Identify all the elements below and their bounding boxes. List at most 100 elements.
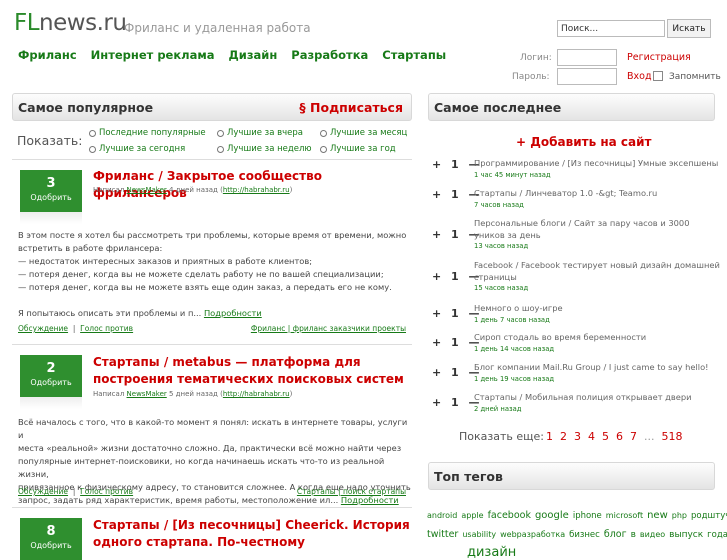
tag-link[interactable]: родштучки [691,511,727,521]
filter-label: Лучшие за месяц [330,128,408,138]
vote-controls[interactable]: + 1 — [432,270,480,283]
tag-link[interactable]: twitter [427,529,458,540]
vote-button[interactable]: 8 Одобрить [20,518,82,560]
nav-development[interactable]: Разработка [291,48,368,62]
vote-against-link[interactable]: Голос против [80,324,133,333]
tag-link[interactable]: php [672,511,687,520]
page-link[interactable]: 5 [602,430,609,443]
tag-link[interactable]: google [535,510,569,521]
filter-label: Лучшие за вчера [227,128,303,138]
body-text: запрос, задать ряд характеристик, время … [18,495,339,505]
tag-link[interactable]: microsoft [606,511,643,520]
item-title[interactable]: Персональные блоги / Сайт за пару часов … [474,218,689,240]
tag-link[interactable]: usability [462,530,496,539]
vote-label: Одобрить [30,378,72,387]
filter-label: Лучшие за неделю [227,144,312,154]
subscribe-link[interactable]: § Подписаться [299,100,403,115]
item-title[interactable]: Немного о шоу-игре [474,303,563,313]
filter-month[interactable]: Лучшие за месяц [320,128,407,138]
item-time: 2 дней назад [474,404,522,413]
body-line: — недостаток интересных заказов и приятн… [18,256,313,266]
login-link[interactable]: Вход [627,71,652,82]
vote-controls[interactable]: + 1 — [432,366,480,379]
vote-controls[interactable]: + 1 — [432,188,480,201]
item-title[interactable]: Стартапы / Мобильная полиция открывает д… [474,392,692,402]
divider [12,344,412,345]
tag-link[interactable]: бизнес [569,530,600,540]
password-field[interactable] [557,68,617,85]
tag-cloud: android apple facebook google iphone microsof… [427,505,727,560]
tag-link[interactable]: видео [640,530,665,539]
vote-button[interactable]: 2 Одобрить [20,355,82,397]
vote-button[interactable]: 3 Одобрить [20,170,82,212]
more-link[interactable]: Подробности [341,495,399,505]
tag-link[interactable]: apple [461,511,483,520]
item-title[interactable]: Программирование / [Из песочницы] Умные … [474,158,718,168]
tag-link[interactable]: выпуск [669,530,703,540]
vote-controls[interactable]: + 1 — [432,307,480,320]
tag-link[interactable]: android [427,511,457,520]
vote-count: 2 [46,361,56,376]
page-link[interactable]: 7 [630,430,637,443]
page-link[interactable]: 6 [616,430,623,443]
post-tags[interactable]: Фриланс | фриланс заказчики проекты [251,324,406,333]
divider [12,507,412,508]
tag-link[interactable]: facebook [488,510,531,521]
add-to-site-link[interactable]: + Добавить на сайт [516,135,652,149]
item-time: 7 часов назад [474,200,524,209]
filter-label: Последние популярные [99,128,206,138]
nav-freelance[interactable]: Фриланс [18,48,77,62]
post-time: 5 дней назад ( [169,390,223,398]
tag-link[interactable]: iphone [573,511,602,521]
post-title[interactable]: Фриланс / Закрытое сообщество фрилансеро… [93,168,413,202]
tag-link[interactable]: дизайн [467,545,516,560]
nav-internet-ads[interactable]: Интернет реклама [91,48,215,62]
more-link[interactable]: Подробности [204,308,262,318]
tag-link[interactable]: в [631,530,636,540]
vote-controls[interactable]: + 1 — [432,396,480,409]
source-link[interactable]: http://habrahabr.ru [223,186,290,194]
item-title[interactable]: Facebook / Facebook тестирует новый диза… [474,260,720,282]
discuss-link[interactable]: Обсуждение [18,324,68,333]
login-field[interactable] [557,49,617,66]
search-input[interactable] [557,20,665,37]
site-logo[interactable]: FLnews.ru [14,10,127,36]
author-link[interactable]: NewsMaker [127,186,167,194]
post-title[interactable]: Стартапы / metabus — платформа для постр… [93,354,413,388]
tag-link[interactable]: new [647,510,668,521]
search-button[interactable]: Искать [667,19,711,38]
filter-yesterday[interactable]: Лучшие за вчера [217,128,303,138]
discuss-link[interactable]: Обсуждение [18,487,68,496]
body-line: места «реальной» жизни достаточно сложно… [18,443,402,453]
tag-link[interactable]: года [707,530,727,540]
page-link[interactable]: 2 [560,430,567,443]
filter-latest-popular[interactable]: Последние популярные [89,128,206,138]
author-link[interactable]: NewsMaker [127,390,167,398]
page-link[interactable]: 4 [588,430,595,443]
vote-against-link[interactable]: Голос против [80,487,133,496]
remember-checkbox[interactable] [653,71,663,81]
item-title[interactable]: Блог компании Mail.Ru Group / I just cam… [474,362,709,372]
item-title[interactable]: Стартапы / Линчеватор 1.0 -&gt; Teamo.ru [474,188,657,198]
vote-controls[interactable]: + 1 — [432,336,480,349]
filter-week[interactable]: Лучшие за неделю [217,144,312,154]
page-link[interactable]: 518 [662,430,683,443]
nav-startups[interactable]: Стартапы [382,48,446,62]
page-link[interactable]: 3 [574,430,581,443]
filter-today[interactable]: Лучшие за сегодня [89,144,185,154]
filter-year[interactable]: Лучшие за год [320,144,396,154]
page-link[interactable]: 1 [546,430,553,443]
vote-controls[interactable]: + 1 — [432,228,480,241]
post-title[interactable]: Стартапы / [Из песочницы] Cheerick. Исто… [93,517,413,551]
show-label: Показать: [17,133,83,148]
register-link[interactable]: Регистрация [627,52,691,63]
filter-label: Лучшие за сегодня [99,144,186,154]
nav-design[interactable]: Дизайн [229,48,278,62]
vote-controls[interactable]: + 1 — [432,158,480,171]
post-tags[interactable]: Стартапы | поиск стартапы [297,487,406,496]
tag-link[interactable]: webразработка [500,530,565,539]
source-link[interactable]: http://habrahabr.ru [223,390,290,398]
item-title[interactable]: Сироп стодаль во время беременности [474,332,646,342]
tag-link[interactable]: блог [604,529,627,540]
item-time: 1 час 45 минут назад [474,170,551,179]
